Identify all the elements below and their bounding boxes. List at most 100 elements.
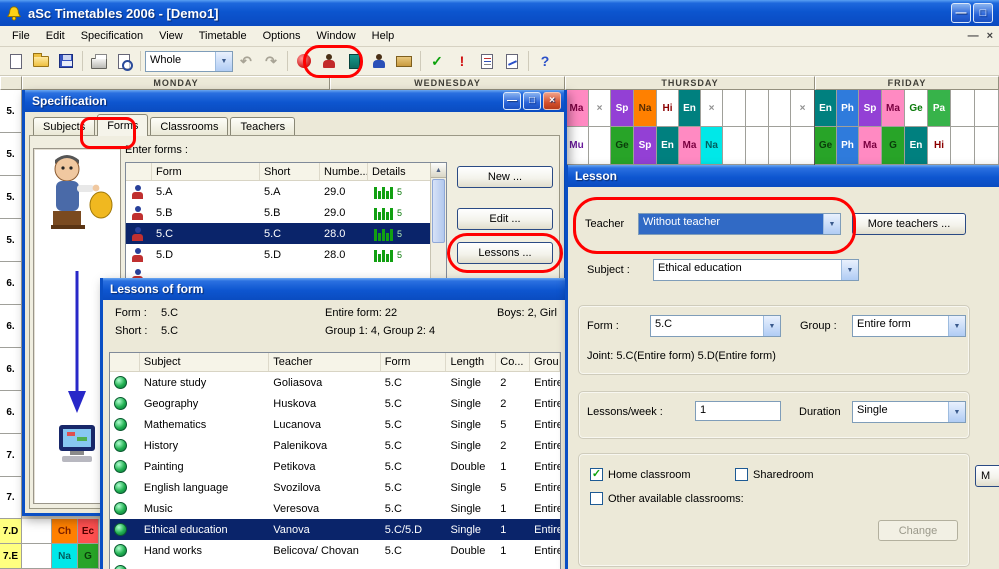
close-icon[interactable]: × — [543, 92, 561, 110]
timetable-cell[interactable] — [975, 90, 999, 127]
classrooms-button[interactable] — [342, 49, 366, 73]
lesson-row[interactable]: Nature study Goliasova 5.C Single 2 Enti… — [110, 372, 560, 393]
timetable-cell[interactable]: Ge — [905, 90, 928, 127]
more-classrooms-button[interactable]: M — [975, 465, 999, 487]
lesson-row[interactable]: Music Veresova 5.C Single 1 Entire... — [110, 498, 560, 519]
forms-row[interactable]: 5.D 5.D 28.0 5 — [126, 244, 446, 265]
forms-row-selected[interactable]: 5.C 5.C 28.0 5 — [126, 223, 446, 244]
timetable-cell[interactable]: Ph — [837, 127, 859, 165]
group-select[interactable]: Entire form ▼ — [852, 315, 966, 337]
timetable-cell[interactable]: Ma — [679, 127, 701, 165]
timetable-cell[interactable]: 6. — [0, 305, 22, 348]
timetable-cell[interactable]: 6. — [0, 262, 22, 305]
timetable-cell[interactable]: Ma — [859, 127, 882, 165]
duration-select[interactable]: Single ▼ — [852, 401, 966, 423]
tab-classrooms[interactable]: Classrooms — [150, 117, 228, 136]
subject-select[interactable]: Ethical education ▼ — [653, 259, 859, 281]
timetable-cell[interactable]: 7. — [0, 434, 22, 477]
minimize-button[interactable]: — — [951, 3, 971, 23]
timetable-cell[interactable]: Ge — [815, 127, 837, 165]
timetable-cell[interactable] — [769, 90, 791, 127]
lesson-row[interactable]: English language Svozilova 5.C Single 5 … — [110, 477, 560, 498]
check-button[interactable]: ✓ — [425, 49, 449, 73]
timetable-cell[interactable] — [22, 519, 52, 544]
timetable-cell[interactable]: 5. — [0, 90, 22, 133]
open-button[interactable] — [29, 49, 53, 73]
timetable-cell[interactable] — [951, 90, 975, 127]
lesson-row[interactable]: Geography Huskova 5.C Single 2 Entire... — [110, 393, 560, 414]
short-column-header[interactable]: Short — [260, 163, 320, 180]
report-button[interactable] — [475, 49, 499, 73]
forms-button[interactable] — [317, 49, 341, 73]
menu-timetable[interactable]: Timetable — [191, 28, 255, 44]
lesson-row[interactable]: Painting Petikova 5.C Double 1 Entire... — [110, 456, 560, 477]
timetable-cell[interactable] — [951, 127, 975, 165]
tab-subjects[interactable]: Subjects — [33, 117, 95, 136]
teachers-button[interactable] — [367, 49, 391, 73]
timetable-cell[interactable] — [746, 127, 769, 165]
number-column-header[interactable]: Numbe... — [320, 163, 368, 180]
timetable-cell[interactable]: × — [791, 90, 815, 127]
subject-column-header[interactable]: Subject — [140, 353, 269, 371]
timetable-cell[interactable] — [769, 127, 791, 165]
change-button[interactable]: Change — [878, 520, 958, 541]
timetable-cell[interactable]: Ec — [78, 519, 99, 544]
child-close-button[interactable]: × — [987, 30, 993, 42]
scrollbar-thumb[interactable] — [432, 179, 445, 243]
timetable-cell[interactable]: × — [701, 90, 723, 127]
lesson-row-partial[interactable] — [110, 561, 560, 569]
help-button[interactable]: ? — [533, 49, 557, 73]
timetable-cell[interactable]: Pa — [928, 90, 951, 127]
timetable-cell[interactable]: 6. — [0, 348, 22, 391]
timetable-cell[interactable]: Sp — [634, 127, 657, 165]
other-classrooms-checkbox[interactable] — [590, 492, 603, 505]
redo-button[interactable]: ↷ — [259, 49, 283, 73]
more-teachers-button[interactable]: More teachers ... — [852, 213, 966, 235]
rooms-button[interactable] — [392, 49, 416, 73]
lessons-button[interactable]: Lessons ... — [457, 242, 553, 264]
menu-file[interactable]: File — [4, 28, 38, 44]
form-column-header[interactable]: Form — [152, 163, 260, 180]
timetable-cell[interactable]: 7. — [0, 477, 22, 519]
print-preview-button[interactable] — [112, 49, 136, 73]
timetable-cell[interactable] — [589, 127, 611, 165]
timetable-cell[interactable]: 5. — [0, 176, 22, 219]
timetable-cell[interactable] — [723, 127, 746, 165]
timetable-cell[interactable]: Ge — [611, 127, 634, 165]
timetable-cell[interactable] — [975, 127, 999, 165]
subjects-button[interactable] — [292, 49, 316, 73]
forms-row[interactable]: 5.A 5.A 29.0 5 — [126, 181, 446, 202]
timetable-cell[interactable]: En — [657, 127, 679, 165]
lessons-week-input[interactable]: 1 — [695, 401, 781, 421]
view-scope-select[interactable]: Whole ▼ — [145, 51, 233, 72]
menu-specification[interactable]: Specification — [73, 28, 151, 44]
new-form-button[interactable]: New ... — [457, 166, 553, 188]
menu-help[interactable]: Help — [364, 28, 403, 44]
timetable-cell[interactable]: Ph — [837, 90, 859, 127]
timetable-cell[interactable]: × — [589, 90, 611, 127]
home-classroom-checkbox[interactable]: ✓ — [590, 468, 603, 481]
timetable-cell[interactable] — [22, 544, 52, 569]
child-minimize-button[interactable]: — — [968, 30, 979, 42]
teacher-select[interactable]: Without teacher ▼ — [638, 213, 841, 235]
tab-teachers[interactable]: Teachers — [230, 117, 295, 136]
sharedroom-checkbox[interactable] — [735, 468, 748, 481]
important-button[interactable]: ! — [450, 49, 474, 73]
restore-button[interactable]: □ — [973, 3, 993, 23]
save-button[interactable] — [54, 49, 78, 73]
timetable-cell[interactable]: Na — [701, 127, 723, 165]
lesson-row[interactable]: History Palenikova 5.C Single 2 Entire..… — [110, 435, 560, 456]
timetable-cell[interactable] — [723, 90, 746, 127]
timetable-cell[interactable] — [746, 90, 769, 127]
timetable-cell[interactable]: Sp — [611, 90, 634, 127]
timetable-cell[interactable]: Ch — [52, 519, 78, 544]
timetable-cell[interactable]: 5. — [0, 133, 22, 176]
timetable-cell[interactable]: En — [905, 127, 928, 165]
timetable-cell[interactable]: Sp — [859, 90, 882, 127]
timetable-cell[interactable]: En — [815, 90, 837, 127]
group-column-header[interactable]: Group — [530, 353, 560, 371]
scroll-up-icon[interactable]: ▲ — [431, 163, 446, 178]
timetable-cell[interactable]: En — [679, 90, 701, 127]
teacher-column-header[interactable]: Teacher — [269, 353, 380, 371]
lesson-row[interactable]: Hand works Belicova/ Chovan 5.C Double 1… — [110, 540, 560, 561]
